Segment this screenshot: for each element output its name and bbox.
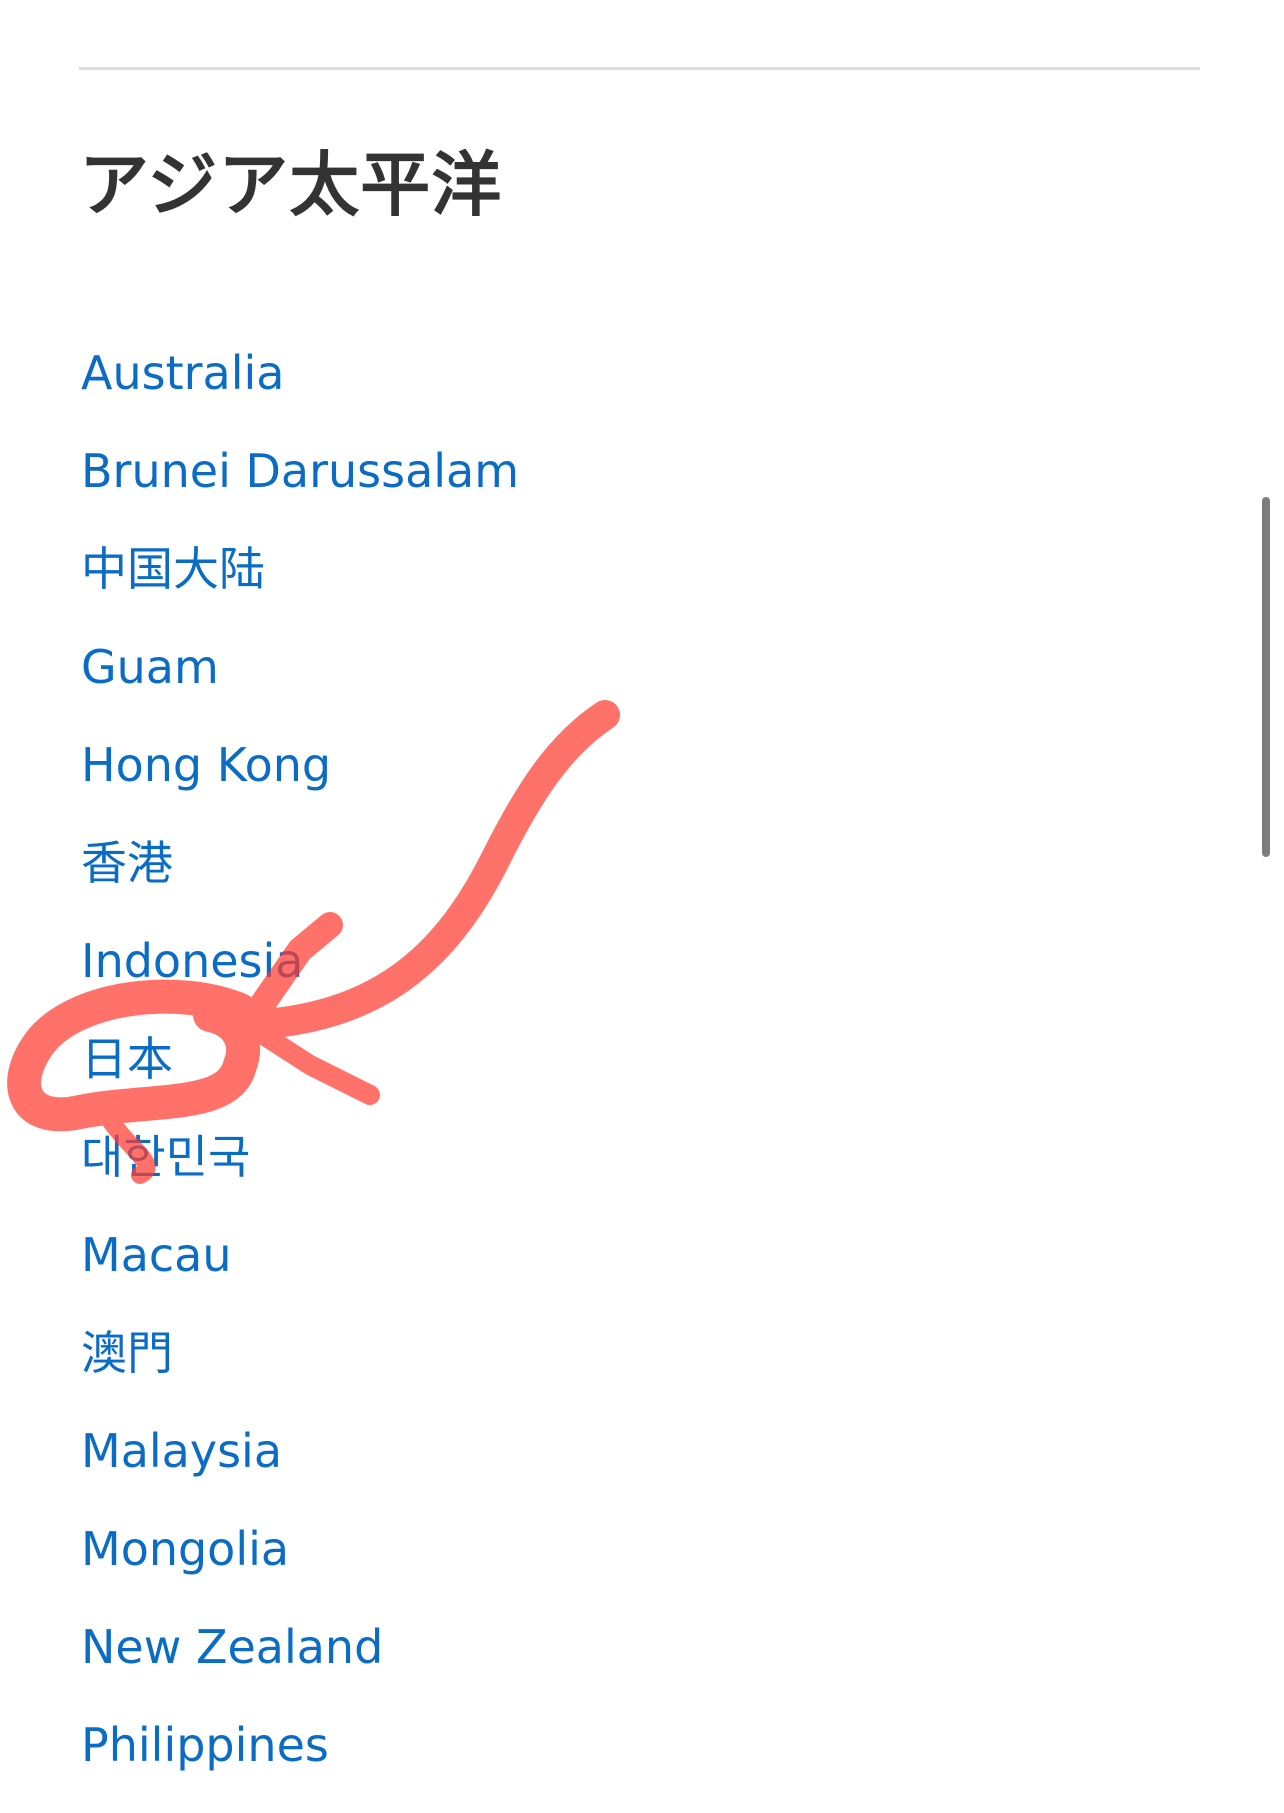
scrollbar-thumb[interactable] bbox=[1262, 497, 1270, 857]
region-link-malaysia[interactable]: Malaysia bbox=[81, 1421, 282, 1481]
list-item: 대한민국 bbox=[81, 1127, 519, 1225]
list-item: 中国大陆 bbox=[81, 539, 519, 637]
list-item: Hong Kong bbox=[81, 735, 519, 833]
list-item: New Zealand bbox=[81, 1617, 519, 1715]
divider bbox=[79, 67, 1200, 70]
list-item: 香港 bbox=[81, 833, 519, 931]
list-item: Brunei Darussalam bbox=[81, 441, 519, 539]
list-item: Mongolia bbox=[81, 1519, 519, 1617]
list-item: Indonesia bbox=[81, 931, 519, 1029]
list-item: Guam bbox=[81, 637, 519, 735]
region-link-korea[interactable]: 대한민국 bbox=[81, 1127, 250, 1187]
region-link-hong-kong-zh[interactable]: 香港 bbox=[81, 833, 173, 893]
region-selector-page: アジア太平洋 Australia Brunei Darussalam 中国大陆 … bbox=[0, 0, 1284, 1793]
list-item: Australia bbox=[81, 343, 519, 441]
region-link-guam[interactable]: Guam bbox=[81, 637, 219, 697]
list-item: 日本 bbox=[81, 1029, 519, 1127]
region-link-hong-kong-en[interactable]: Hong Kong bbox=[81, 735, 331, 795]
region-link-macau-en[interactable]: Macau bbox=[81, 1225, 232, 1285]
section-title: アジア太平洋 bbox=[79, 144, 503, 226]
list-item: Macau bbox=[81, 1225, 519, 1323]
region-link-new-zealand[interactable]: New Zealand bbox=[81, 1617, 383, 1677]
region-link-australia[interactable]: Australia bbox=[81, 343, 284, 403]
list-item: 澳門 bbox=[81, 1323, 519, 1421]
region-link-japan[interactable]: 日本 bbox=[81, 1029, 173, 1089]
list-item: Philippines bbox=[81, 1715, 519, 1813]
region-link-philippines[interactable]: Philippines bbox=[81, 1715, 329, 1775]
list-item: Malaysia bbox=[81, 1421, 519, 1519]
region-list: Australia Brunei Darussalam 中国大陆 Guam Ho… bbox=[81, 343, 519, 1813]
region-link-mongolia[interactable]: Mongolia bbox=[81, 1519, 289, 1579]
region-link-indonesia[interactable]: Indonesia bbox=[81, 931, 303, 991]
region-link-china-mainland[interactable]: 中国大陆 bbox=[81, 539, 265, 599]
region-link-brunei[interactable]: Brunei Darussalam bbox=[81, 441, 519, 501]
region-link-macau-zh[interactable]: 澳門 bbox=[81, 1323, 173, 1383]
